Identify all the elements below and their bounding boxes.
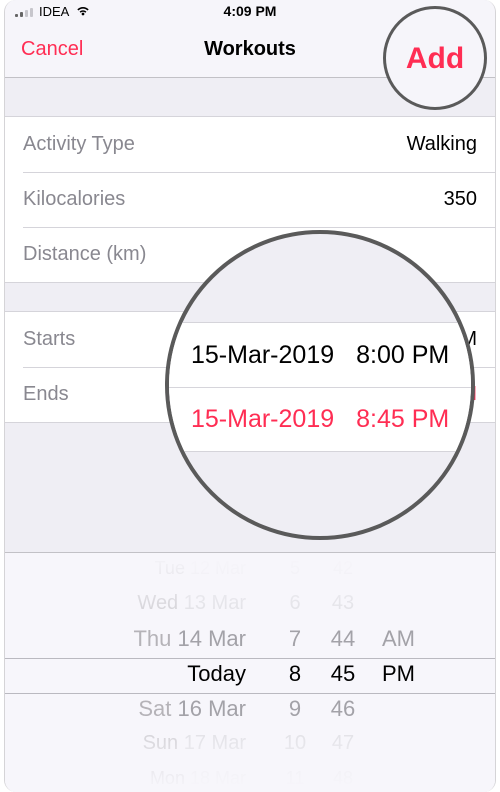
picker-date-item[interactable]: Thu 14 Mar <box>133 621 246 656</box>
row-label: Distance (km) <box>23 243 146 266</box>
activity-type-row[interactable]: Activity Type Walking <box>5 117 495 172</box>
picker-date-item[interactable]: Sat 16 Mar <box>138 691 246 726</box>
picker-minute-item[interactable]: 44 <box>331 621 355 656</box>
picker-minute-item[interactable]: 46 <box>331 691 355 726</box>
picker-hour-item[interactable]: 8 <box>289 656 301 691</box>
picker-ampm-item[interactable]: PM <box>382 656 415 691</box>
magnifier-callout: 15-Mar-2019 8:00 PM 15-Mar-2019 8:45 PM <box>165 230 475 540</box>
picker-hour-item[interactable]: 7 <box>289 621 301 656</box>
row-label: Activity Type <box>23 133 135 156</box>
picker-date-item[interactable]: Today <box>187 656 246 691</box>
datetime-picker[interactable]: Tue 12 MarWed 13 MarThu 14 MarTodaySat 1… <box>5 552 495 792</box>
kilocalories-row[interactable]: Kilocalories 350 <box>5 172 495 227</box>
ends-row-magnified: 15-Mar-2019 8:45 PM <box>169 387 471 451</box>
row-value: 350 <box>444 188 477 211</box>
cancel-button[interactable]: Cancel <box>21 38 83 61</box>
row-label: Kilocalories <box>23 188 125 211</box>
add-button-callout: Add <box>383 6 487 110</box>
row-label: Starts <box>23 328 75 351</box>
row-value: Walking <box>407 133 477 156</box>
row-label: Ends <box>23 383 69 406</box>
starts-row-magnified: 15-Mar-2019 8:00 PM <box>169 323 471 387</box>
picker-minute-item[interactable]: 45 <box>331 656 355 691</box>
picker-ampm-item[interactable]: AM <box>382 621 415 656</box>
picker-hour-item[interactable]: 9 <box>289 691 301 726</box>
